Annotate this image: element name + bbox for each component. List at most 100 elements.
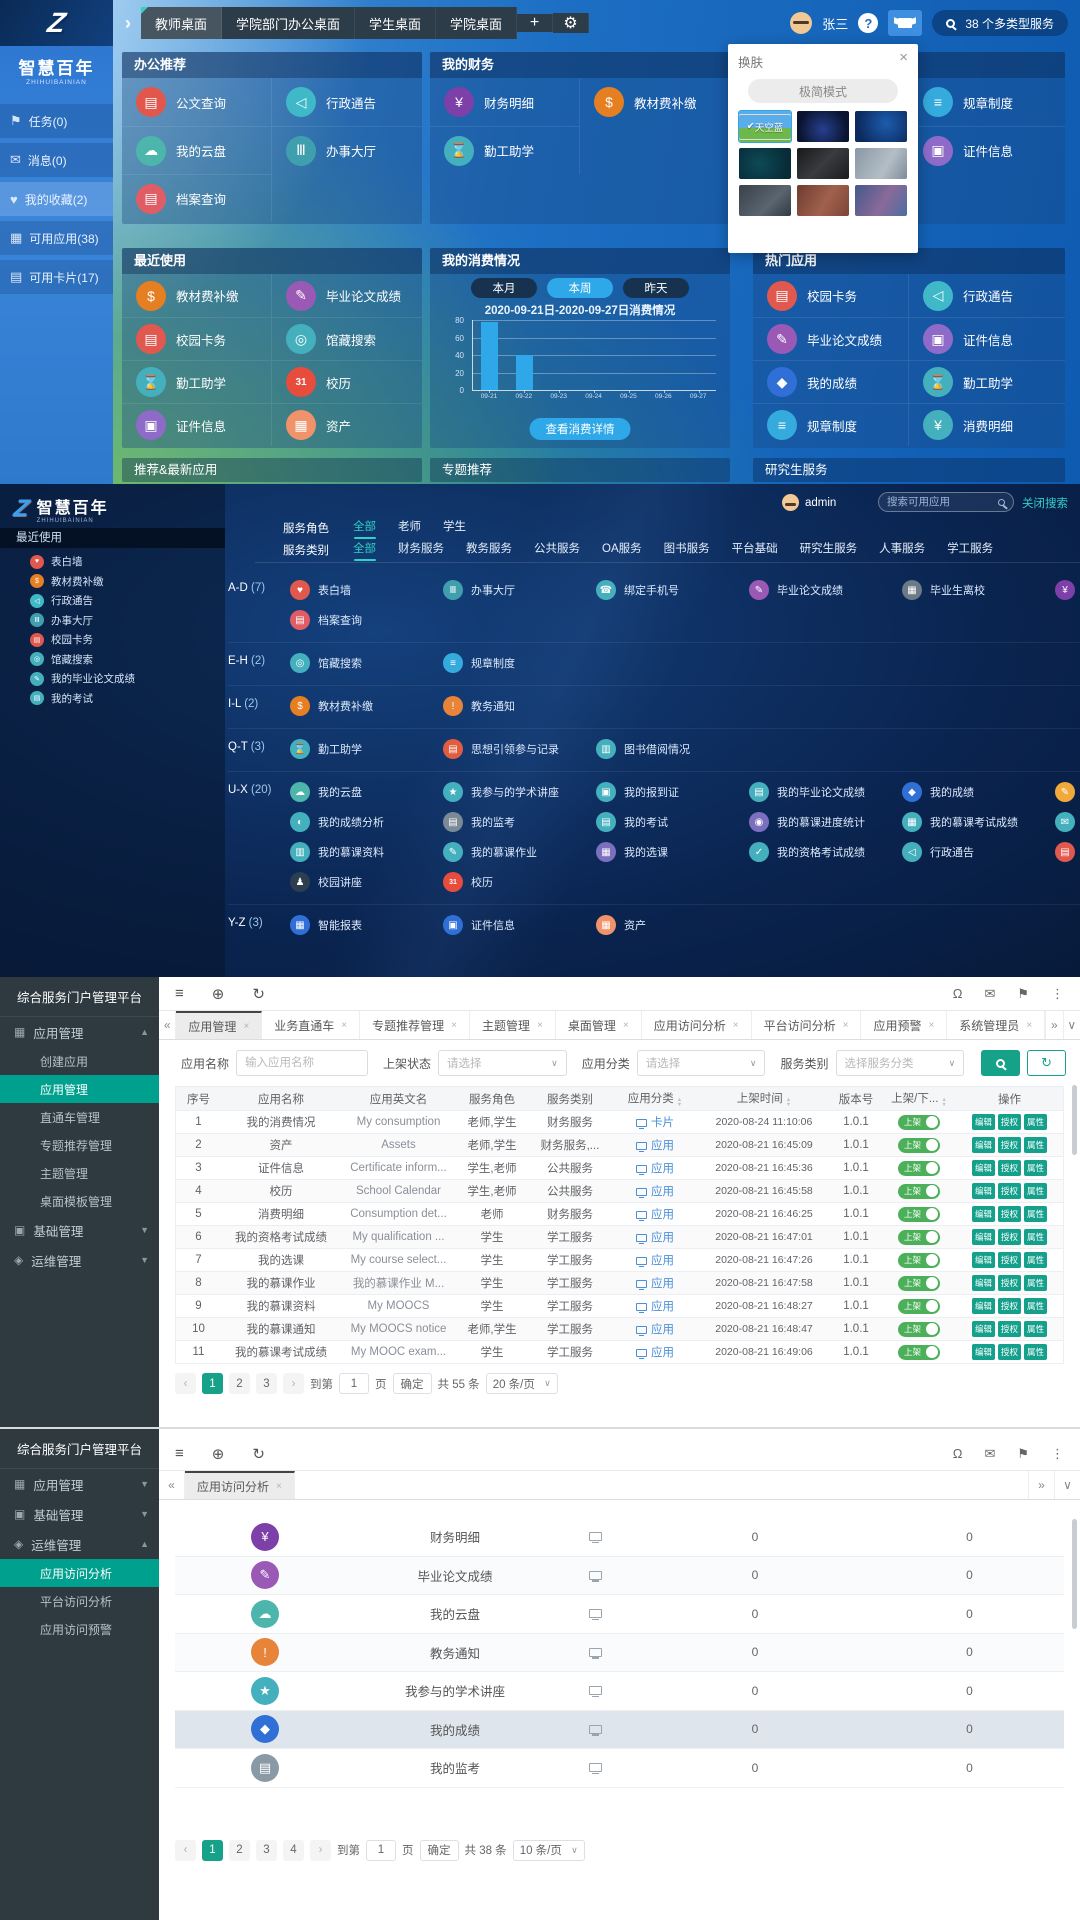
edit-button[interactable]: 编辑 xyxy=(972,1298,995,1314)
cell-class-link[interactable]: 应用 xyxy=(612,1275,698,1291)
settings-gear-icon[interactable]: ⚙ xyxy=(553,13,589,33)
chat-icon[interactable]: ✉ xyxy=(984,986,995,1002)
app-item[interactable]: ◐我的成绩分析 xyxy=(290,807,443,837)
goto-page-input[interactable] xyxy=(366,1840,396,1861)
range-tab[interactable]: 本月 xyxy=(471,278,537,298)
close-icon[interactable]: × xyxy=(899,52,908,71)
submenu-item[interactable]: 应用访问分析 xyxy=(0,1559,159,1587)
app-name-input[interactable] xyxy=(236,1050,368,1076)
tabs-scroll-right-icon[interactable]: » xyxy=(1045,1011,1062,1039)
publish-toggle[interactable]: 上架 xyxy=(898,1161,940,1176)
property-button[interactable]: 属性 xyxy=(1024,1298,1047,1314)
recent-app-item[interactable]: Ⅲ办事大厅 xyxy=(0,611,225,631)
chevron-right-icon[interactable]: › xyxy=(125,13,131,34)
edit-button[interactable]: 编辑 xyxy=(972,1252,995,1268)
prev-page-button[interactable]: ‹ xyxy=(175,1840,196,1861)
cell-class-link[interactable]: 应用 xyxy=(612,1160,698,1176)
close-tab-icon[interactable]: × xyxy=(276,1481,282,1492)
submenu-item[interactable]: 专题推荐管理 xyxy=(0,1131,159,1159)
app-item[interactable]: ☁我的云盘 xyxy=(122,126,272,174)
next-page-button[interactable]: › xyxy=(283,1373,304,1394)
content-tab[interactable]: 应用预警× xyxy=(861,1011,947,1039)
edit-button[interactable]: 编辑 xyxy=(972,1137,995,1153)
app-item[interactable]: ▤我的考试 xyxy=(596,807,749,837)
authorize-button[interactable]: 授权 xyxy=(998,1160,1021,1176)
service-select[interactable]: 选择服务分类∨ xyxy=(836,1050,965,1076)
app-item[interactable]: ✉我的慕课通知 xyxy=(1055,807,1080,837)
skin-swatch[interactable] xyxy=(855,148,907,179)
edit-button[interactable]: 编辑 xyxy=(972,1275,995,1291)
page-number-button[interactable]: 2 xyxy=(229,1373,250,1394)
recent-app-item[interactable]: ♥表白墙 xyxy=(0,552,225,572)
menu-item[interactable]: ▦应用管理▲ xyxy=(0,1017,159,1047)
close-tab-icon[interactable]: × xyxy=(843,1020,849,1031)
category-option[interactable]: 研究生服务 xyxy=(800,540,858,559)
desktop-tab[interactable]: 学生桌面 xyxy=(355,7,436,39)
app-item[interactable]: !教务通知 xyxy=(443,691,596,721)
submenu-item[interactable]: 桌面模板管理 xyxy=(0,1187,159,1215)
app-item[interactable]: ¥财务明细 xyxy=(430,78,580,126)
chat-icon[interactable]: ✉ xyxy=(984,1446,995,1462)
sidebar-item[interactable]: ♥我的收藏(2) xyxy=(0,182,113,216)
cell-class-link[interactable]: 应用 xyxy=(612,1344,698,1360)
app-item[interactable]: ¥财务明细 xyxy=(1055,575,1080,605)
page-size-select[interactable]: 10 条/页∨ xyxy=(513,1840,585,1861)
publish-toggle[interactable]: 上架 xyxy=(898,1115,940,1130)
app-item[interactable]: ▤校园卡务 xyxy=(1055,837,1080,867)
category-option[interactable]: 公共服务 xyxy=(534,540,580,559)
skin-swatch[interactable] xyxy=(855,185,907,216)
authorize-button[interactable]: 授权 xyxy=(998,1298,1021,1314)
app-item[interactable]: ▤档案查询 xyxy=(290,605,443,635)
close-tab-icon[interactable]: × xyxy=(451,1020,457,1031)
submenu-item[interactable]: 创建应用 xyxy=(0,1047,159,1075)
help-icon[interactable]: ? xyxy=(858,13,878,33)
skin-shirt-icon[interactable] xyxy=(888,10,922,36)
content-tab[interactable]: 应用管理× xyxy=(176,1011,262,1039)
close-search-link[interactable]: 关闭搜索 xyxy=(1022,495,1068,511)
app-item[interactable]: ◁行政通告 xyxy=(909,274,1065,317)
cell-class-link[interactable]: 应用 xyxy=(612,1252,698,1268)
tabs-dropdown-icon[interactable]: ∨ xyxy=(1054,1471,1080,1499)
publish-toggle[interactable]: 上架 xyxy=(898,1253,940,1268)
app-item[interactable]: ★我参与的学术讲座 xyxy=(443,777,596,807)
user-avatar[interactable] xyxy=(790,12,812,34)
app-item[interactable]: ▦资产 xyxy=(596,910,749,940)
page-number-button[interactable]: 1 xyxy=(202,1840,223,1861)
skin-swatch[interactable] xyxy=(797,185,849,216)
app-item[interactable]: ≡规章制度 xyxy=(443,648,596,678)
recent-app-item[interactable]: ◁行政通告 xyxy=(0,591,225,611)
menu-item[interactable]: ▣基础管理▼ xyxy=(0,1215,159,1245)
publish-toggle[interactable]: 上架 xyxy=(898,1299,940,1314)
app-item[interactable]: ▣证件信息 xyxy=(909,317,1065,360)
app-item[interactable]: ♥表白墙 xyxy=(290,575,443,605)
refresh-button[interactable]: ↻ xyxy=(1027,1050,1066,1076)
recent-app-item[interactable]: ◎馆藏搜索 xyxy=(0,650,225,670)
app-item[interactable]: ≡规章制度 xyxy=(753,403,909,446)
role-option[interactable]: 老师 xyxy=(398,518,421,537)
app-item[interactable]: ⌛勤工助学 xyxy=(909,360,1065,403)
kebab-menu-icon[interactable]: ⋮ xyxy=(1051,1446,1064,1462)
content-tab[interactable]: 应用访问分析× xyxy=(642,1011,752,1039)
recent-app-item[interactable]: ▤校园卡务 xyxy=(0,630,225,650)
submenu-item[interactable]: 应用访问预警 xyxy=(0,1615,159,1643)
app-item[interactable]: ☎绑定手机号 xyxy=(596,575,749,605)
desktop-tab[interactable]: 学院桌面 xyxy=(436,7,517,39)
skin-swatch-sky-blue[interactable]: ✔天空蓝 xyxy=(739,111,791,142)
category-option[interactable]: OA服务 xyxy=(602,540,642,559)
confirm-button[interactable]: 确定 xyxy=(393,1373,432,1394)
minimal-mode-button[interactable]: 极简模式 xyxy=(748,79,898,103)
role-option[interactable]: 学生 xyxy=(443,518,466,537)
kebab-menu-icon[interactable]: ⋮ xyxy=(1051,986,1064,1002)
property-button[interactable]: 属性 xyxy=(1024,1229,1047,1245)
property-button[interactable]: 属性 xyxy=(1024,1183,1047,1199)
app-item[interactable]: ◆我的成绩 xyxy=(753,360,909,403)
skin-swatch[interactable] xyxy=(797,148,849,179)
property-button[interactable]: 属性 xyxy=(1024,1137,1047,1153)
page-number-button[interactable]: 4 xyxy=(283,1840,304,1861)
app-item[interactable]: ✎毕业论文成绩 xyxy=(272,274,422,317)
bell-icon[interactable]: Ω xyxy=(953,986,963,1002)
hall-search-input[interactable] xyxy=(887,496,992,508)
edit-button[interactable]: 编辑 xyxy=(972,1114,995,1130)
cell-class-link[interactable]: 应用 xyxy=(612,1229,698,1245)
app-item[interactable]: ☁我的云盘 xyxy=(290,777,443,807)
